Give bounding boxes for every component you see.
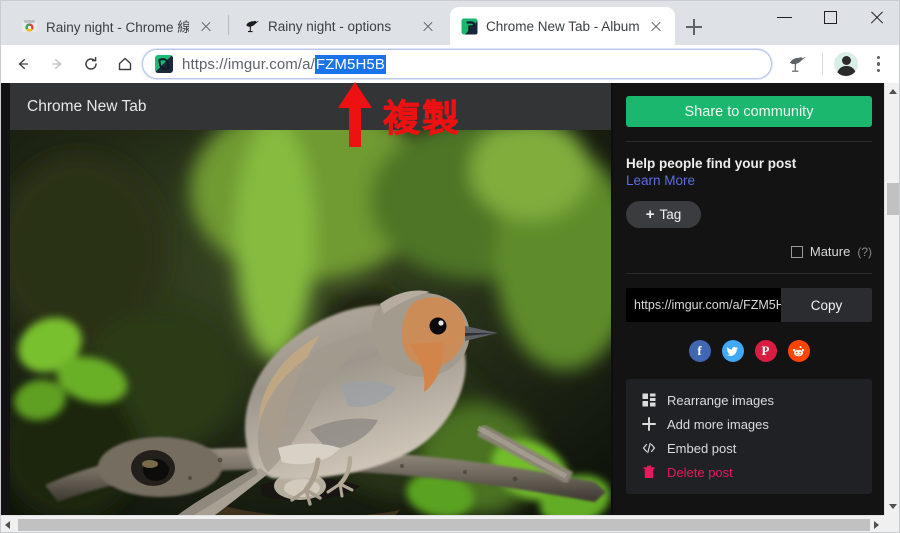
plus-icon (642, 417, 656, 431)
album-url-input[interactable]: https://imgur.com/a/FZM5H (626, 288, 781, 322)
post-image[interactable]: http://www.xiaopoo.tw/ (10, 130, 611, 515)
tab-title-1: Rainy night - options (268, 18, 392, 34)
address-bar[interactable]: https://imgur.com/a/FZM5H5B (142, 49, 772, 79)
menu-label-add-images: Add more images (667, 416, 769, 432)
forward-arrow-icon (51, 58, 62, 70)
post-header: Chrome New Tab (10, 83, 611, 130)
tab-strip: Rainy night - Chrome 線上應用 Rainy night - … (0, 0, 900, 45)
reddit-icon[interactable] (787, 340, 810, 362)
twitter-icon[interactable] (721, 340, 744, 362)
tab-close-1[interactable] (419, 17, 437, 35)
menu-label-delete-post: Delete post (667, 464, 733, 480)
vertical-scrollbar[interactable] (884, 83, 900, 515)
window-controls (762, 0, 900, 34)
vertical-scrollbar-thumb[interactable] (887, 183, 899, 215)
rearrange-icon (642, 393, 656, 407)
back-arrow-icon (18, 58, 29, 70)
horizontal-scrollbar[interactable] (0, 515, 900, 533)
profile-avatar[interactable] (834, 52, 858, 76)
menu-item-embed-post[interactable]: Embed post (626, 436, 872, 460)
reload-button[interactable] (74, 47, 108, 81)
copy-button[interactable]: Copy (781, 288, 872, 322)
social-share-row: f P (626, 340, 872, 362)
chrome-webstore-icon (21, 18, 38, 35)
menu-item-rearrange-images[interactable]: Rearrange images (626, 388, 872, 412)
minimize-button[interactable] (762, 0, 808, 34)
scroll-left-button[interactable] (0, 516, 17, 533)
maximize-button[interactable] (808, 0, 854, 34)
home-button[interactable] (108, 47, 142, 81)
imgur-page: Chrome New Tab Share to community Help p… (0, 83, 884, 515)
mature-help-icon[interactable]: (?) (857, 245, 872, 259)
help-find-post-title: Help people find your post (626, 156, 797, 171)
horizontal-scrollbar-thumb[interactable] (18, 519, 870, 531)
mature-row: Mature (?) (626, 244, 872, 259)
add-tag-button[interactable]: + Tag (626, 201, 701, 228)
menu-label-rearrange: Rearrange images (667, 392, 774, 408)
tab-title-0: Rainy night - Chrome 線上應用 (46, 20, 189, 35)
page-left-gutter (0, 83, 10, 515)
chrome-menu-button[interactable] (869, 52, 889, 76)
bird-photo (10, 130, 611, 515)
new-tab-button[interactable] (681, 14, 707, 40)
url-selected-text[interactable]: FZM5H5B (314, 54, 386, 74)
page-viewport: Chrome New Tab Share to community Help p… (0, 83, 900, 533)
album-url-row: https://imgur.com/a/FZM5H Copy (626, 288, 872, 322)
imgur-favicon-icon (155, 55, 173, 73)
menu-item-delete-post[interactable]: Delete post (626, 460, 872, 484)
tab-title-2: Chrome New Tab - Album on (486, 18, 639, 34)
mature-label: Mature (809, 244, 851, 259)
plus-icon: + (645, 206, 655, 223)
trash-icon (642, 465, 656, 479)
address-bar-text: https://imgur.com/a/FZM5H5B (182, 54, 386, 74)
toolbar-divider (822, 53, 823, 75)
browser-tab-1[interactable]: Rainy night - options (232, 7, 447, 45)
tab-close-0[interactable] (197, 17, 215, 35)
tab-divider-0 (228, 15, 229, 35)
browser-tab-0[interactable]: Rainy night - Chrome 線上應用 (10, 7, 225, 45)
code-icon (642, 441, 656, 455)
scroll-down-button[interactable] (885, 498, 900, 515)
page-title: Chrome New Tab (27, 97, 147, 115)
tag-button-label: Tag (659, 207, 682, 222)
forward-button[interactable] (40, 47, 74, 81)
scroll-up-button[interactable] (885, 83, 900, 100)
post-sidebar: Share to community Help people find your… (613, 83, 884, 515)
learn-more-link[interactable]: Learn More (626, 173, 871, 188)
bird-extension-icon (243, 18, 260, 35)
menu-label-embed-post: Embed post (667, 440, 737, 456)
menu-item-add-more-images[interactable]: Add more images (626, 412, 872, 436)
share-to-community-button[interactable]: Share to community (626, 96, 872, 127)
twitter-bird-glyph (726, 346, 738, 356)
sidebar-divider-1 (626, 141, 872, 142)
scrollbar-corner (884, 515, 900, 533)
facebook-icon[interactable]: f (688, 340, 711, 362)
back-button[interactable] (6, 47, 40, 81)
post-actions-menu: Rearrange images Add more images Embed p… (626, 379, 872, 494)
imgur-icon (461, 18, 478, 35)
close-window-button[interactable] (854, 0, 900, 34)
reddit-alien-glyph (792, 345, 805, 356)
tab-close-2[interactable] (647, 17, 665, 35)
browser-window: Rainy night - Chrome 線上應用 Rainy night - … (0, 0, 900, 533)
pinterest-icon[interactable]: P (754, 340, 777, 362)
reload-icon (85, 56, 97, 70)
annotation-text: 複製 (383, 97, 461, 141)
home-icon (118, 57, 132, 71)
browser-tab-2[interactable]: Chrome New Tab - Album on (450, 7, 675, 45)
bird-extension-toolbar-icon[interactable] (786, 53, 808, 75)
url-prefix: https://imgur.com/a/ (182, 55, 315, 73)
mature-checkbox[interactable] (790, 245, 803, 258)
annotation-arrow-icon (336, 82, 374, 147)
sidebar-divider-2 (626, 273, 872, 274)
